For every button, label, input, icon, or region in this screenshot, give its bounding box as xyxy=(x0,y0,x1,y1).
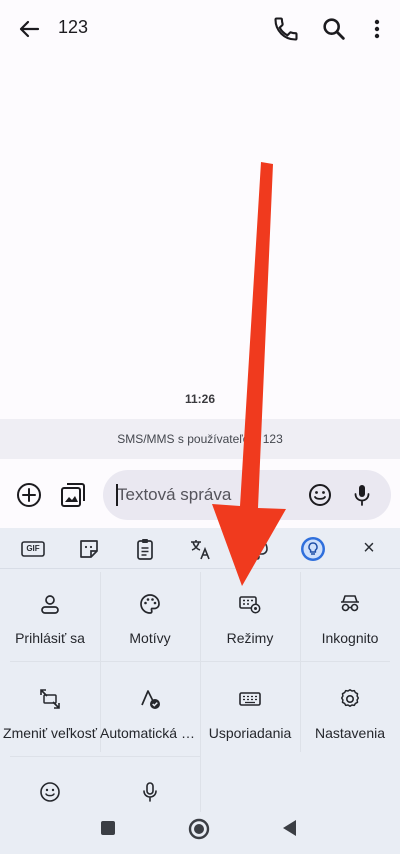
tile-settings[interactable]: Nastavenia xyxy=(300,667,400,762)
emoji-icon xyxy=(38,780,62,804)
incognito-icon xyxy=(338,592,362,616)
tile-label: Zmeniť veľkosť xyxy=(3,725,97,741)
more-options-icon[interactable] xyxy=(364,15,390,43)
lightbulb-icon[interactable] xyxy=(300,536,326,562)
resize-icon xyxy=(38,687,62,711)
tile-resize[interactable]: Zmeniť veľkosť xyxy=(0,667,100,762)
phone-icon[interactable] xyxy=(272,15,300,43)
search-icon[interactable] xyxy=(320,15,348,43)
gif-icon[interactable]: GIF xyxy=(20,536,46,562)
tile-label: Usporiadania xyxy=(208,725,292,741)
tile-themes[interactable]: Motívy xyxy=(100,572,200,667)
tile-label: Nastavenia xyxy=(314,725,386,741)
tile-label: Inkognito xyxy=(321,630,379,646)
keyboard-settings-icon xyxy=(238,592,262,616)
back-button[interactable] xyxy=(280,818,300,838)
emoji-icon[interactable] xyxy=(307,482,333,508)
tile-layouts[interactable]: Usporiadania xyxy=(200,667,300,762)
tile-label: Automatická oprava xyxy=(100,725,200,741)
tile-incognito[interactable]: Inkognito xyxy=(300,572,400,667)
tile-label: Motívy xyxy=(129,630,171,646)
palette-icon xyxy=(138,592,162,616)
account-icon xyxy=(38,592,62,616)
tile-label: Prihlásiť sa xyxy=(15,630,85,646)
gif-label: GIF xyxy=(26,544,40,553)
sticker-icon[interactable] xyxy=(76,536,102,562)
keyboard-icon xyxy=(238,687,262,711)
back-arrow-icon[interactable] xyxy=(14,14,44,44)
close-icon[interactable]: × xyxy=(356,536,382,562)
tile-label: Režimy xyxy=(226,630,274,646)
tile-autocorrect[interactable]: Automatická oprava xyxy=(100,667,200,762)
tile-emoji[interactable] xyxy=(0,760,100,810)
autocorrect-icon xyxy=(138,687,162,711)
annotation-arrow xyxy=(200,158,300,588)
clipboard-icon[interactable] xyxy=(132,536,158,562)
mic-icon xyxy=(138,780,162,804)
conversation-title: 123 xyxy=(58,17,89,37)
tile-sign-in[interactable]: Prihlásiť sa xyxy=(0,572,100,667)
gallery-icon[interactable] xyxy=(58,480,88,510)
tile-voice[interactable] xyxy=(100,760,200,810)
home-button[interactable] xyxy=(188,818,210,840)
text-cursor xyxy=(116,484,118,506)
recents-button[interactable] xyxy=(100,820,116,836)
add-attachment-icon[interactable] xyxy=(14,480,44,510)
microphone-icon[interactable] xyxy=(349,482,375,508)
gear-icon xyxy=(338,687,362,711)
